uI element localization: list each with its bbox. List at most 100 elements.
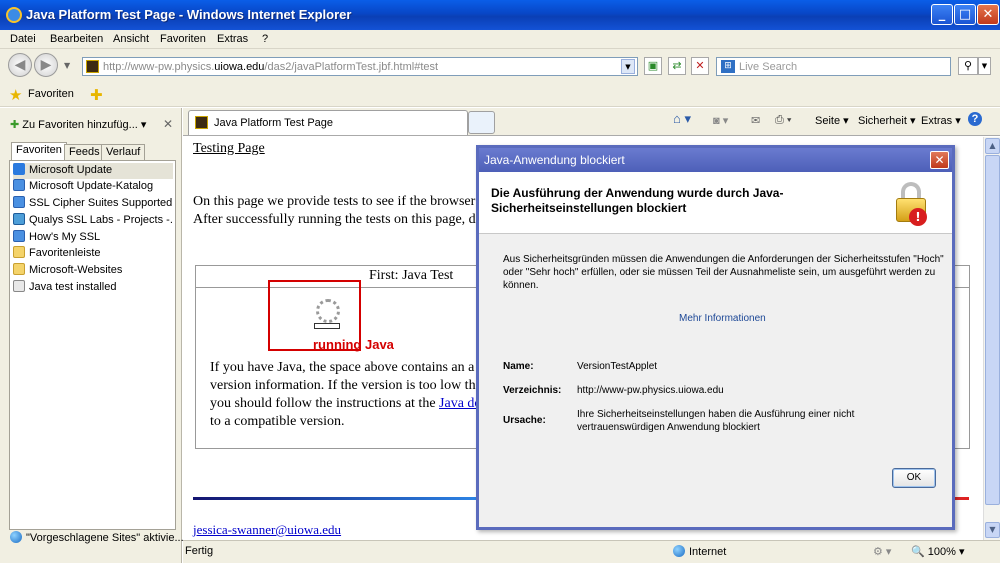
list-item[interactable]: Favoritenleiste [13,246,173,262]
testing-page-link[interactable]: Testing Page [193,141,265,157]
list-item[interactable]: SSL Cipher Suites Supported... [13,196,173,212]
favorites-pane: ✚ Zu Favoriten hinzufüg... ▾ ✕ Favoriten… [0,108,184,563]
address-dropdown-icon[interactable]: ▼ [621,59,635,74]
reason-value: Ihre Sicherheitseinstellungen haben die … [577,409,855,433]
favorites-button[interactable]: Favoriten [28,88,74,100]
compatibility-view-icon[interactable]: ▣ [644,57,662,75]
forward-button[interactable]: ▶ [34,53,58,77]
title-bar: Java Platform Test Page - Windows Intern… [0,0,1000,30]
tab-favoriten[interactable]: Favoriten [11,142,67,161]
more-information-link[interactable]: Mehr Informationen [679,312,766,325]
menu-extras[interactable]: Extras [217,33,248,45]
tab-feeds[interactable]: Feeds [64,144,105,161]
dialog-title: Java-Anwendung blockiert [484,153,625,167]
help-icon[interactable]: ? [968,112,982,126]
add-to-favorites-bar-icon[interactable]: ✚ [90,86,103,104]
dialog-title-bar: Java-Anwendung blockiert ✕ [479,148,952,172]
java-blocked-dialog: Java-Anwendung blockiert ✕ Die Ausführun… [476,145,955,530]
stop-icon[interactable]: ✕ [691,57,709,75]
minimize-button[interactable]: _ [931,4,953,25]
security-lock-icon: ! [895,182,927,226]
internet-zone-icon [673,545,685,557]
status-bar: Fertig Internet ⚙ ▾ 🔍 100% ▾ [183,540,1000,563]
favorites-list: Microsoft Update Microsoft Update-Katalo… [9,160,176,530]
zoom-level[interactable]: 🔍 100% ▾ [911,545,964,558]
seite-menu[interactable]: Seite ▾ [815,114,849,127]
live-search-icon: ⊞ [721,60,735,73]
search-options-icon[interactable]: ▼ [978,57,991,75]
running-java-label: running Java [313,337,394,352]
list-item[interactable]: Microsoft Update-Katalog [13,179,173,195]
search-icon[interactable]: ⚲ [958,57,978,75]
menu-help[interactable]: ? [262,33,268,45]
favorites-toolbar: ★ Favoriten ✚ [0,83,1000,107]
address-toolbar: ◀ ▶ ▼ http://www-pw.physics.uiowa.edu/da… [0,49,1000,83]
address-bar[interactable]: http://www-pw.physics.uiowa.edu/das2/jav… [82,57,638,76]
reason-label: Ursache: [503,415,546,426]
favorites-star-icon: ★ [9,86,23,104]
tab-java-platform-test[interactable]: Java Platform Test Page [188,110,468,135]
lock-page-icon [13,213,25,225]
list-item[interactable]: How's My SSL [13,230,173,246]
scroll-thumb[interactable] [985,155,1000,505]
protected-mode-icon[interactable]: ⚙ ▾ [873,545,891,558]
add-favorite-icon: ✚ [10,119,20,131]
dialog-header: Die Ausführung der Anwendung wurde durch… [479,172,952,234]
name-label: Name: [503,361,534,372]
windows-update-icon [13,163,25,175]
maximize-button[interactable]: □ [954,4,976,25]
add-to-favorites-button[interactable]: ✚ Zu Favoriten hinzufüg... ▾ [10,118,146,131]
history-dropdown-icon[interactable]: ▼ [64,61,70,70]
search-input[interactable]: ⊞ Live Search [716,57,951,76]
tab-verlauf[interactable]: Verlauf [101,144,146,161]
menu-bar: Datei Bearbeiten Ansicht Favoriten Extra… [0,30,1000,49]
list-item[interactable]: Java test installed [13,280,173,296]
dialog-heading: Die Ausführung der Anwendung wurde durch… [491,186,784,215]
vertical-scrollbar[interactable]: ▲ ▼ [983,137,1000,540]
search-placeholder: Live Search [739,61,798,73]
home-icon[interactable]: ⌂ ▾ [673,111,691,127]
menu-bearbeiten[interactable]: Bearbeiten [50,33,103,45]
print-icon[interactable]: ⎙ ▾ [775,114,791,127]
menu-ansicht[interactable]: Ansicht [113,33,149,45]
sicherheit-menu[interactable]: Sicherheit ▾ [858,114,916,127]
directory-value: http://www-pw.physics.uiowa.edu [577,385,724,396]
ok-button[interactable]: OK [892,468,936,488]
dialog-close-button[interactable]: ✕ [930,151,949,169]
scroll-up-icon[interactable]: ▲ [985,138,1000,154]
list-item[interactable]: Microsoft-Websites [13,263,173,279]
site-favicon-icon [86,60,99,73]
extras-menu[interactable]: Extras ▾ [921,114,961,127]
address-url: http://www-pw.physics.uiowa.edu/das2/jav… [103,61,439,73]
menu-datei[interactable]: Datei [10,33,36,45]
tab-bar: Java Platform Test Page ⌂ ▾ ◙ ▾ ✉ ⎙ ▾ Se… [183,108,1000,136]
list-item[interactable]: Microsoft Update [13,163,173,179]
directory-label: Verzeichnis: [503,385,562,396]
suggested-sites-link[interactable]: "Vorgeschlagene Sites" aktivie... [10,531,184,544]
scroll-down-icon[interactable]: ▼ [985,522,1000,538]
intro-text: On this page we provide tests to see if … [193,194,476,209]
loading-progress-bar [314,323,340,329]
new-tab-button[interactable] [468,111,495,134]
close-pane-icon[interactable]: ✕ [163,117,173,131]
status-text: Fertig [185,545,214,557]
dialog-message: Aus Sicherheitsgründen müssen die Anwend… [503,254,944,291]
menu-favoriten[interactable]: Favoriten [160,33,206,45]
name-value: VersionTestApplet [577,361,658,372]
security-zone: Internet [673,545,726,558]
internet-explorer-icon [6,7,22,23]
ie-page-icon [13,196,25,208]
close-window-button[interactable]: ✕ [977,4,999,25]
feeds-icon[interactable]: ◙ ▾ [713,114,728,127]
mail-icon[interactable]: ✉ [751,114,760,127]
email-link[interactable]: jessica-swanner@uiowa.edu [193,522,341,538]
tab-title: Java Platform Test Page [214,117,334,129]
ie-icon [10,531,22,543]
back-button[interactable]: ◀ [8,53,32,77]
java-instructions: If you have Java, the space above contai… [210,360,482,429]
folder-icon [13,246,25,258]
refresh-icon[interactable]: ⇄ [668,57,686,75]
site-favicon-icon [195,116,208,129]
list-item[interactable]: Qualys SSL Labs - Projects -... [13,213,173,229]
loading-spinner-icon [316,299,340,323]
